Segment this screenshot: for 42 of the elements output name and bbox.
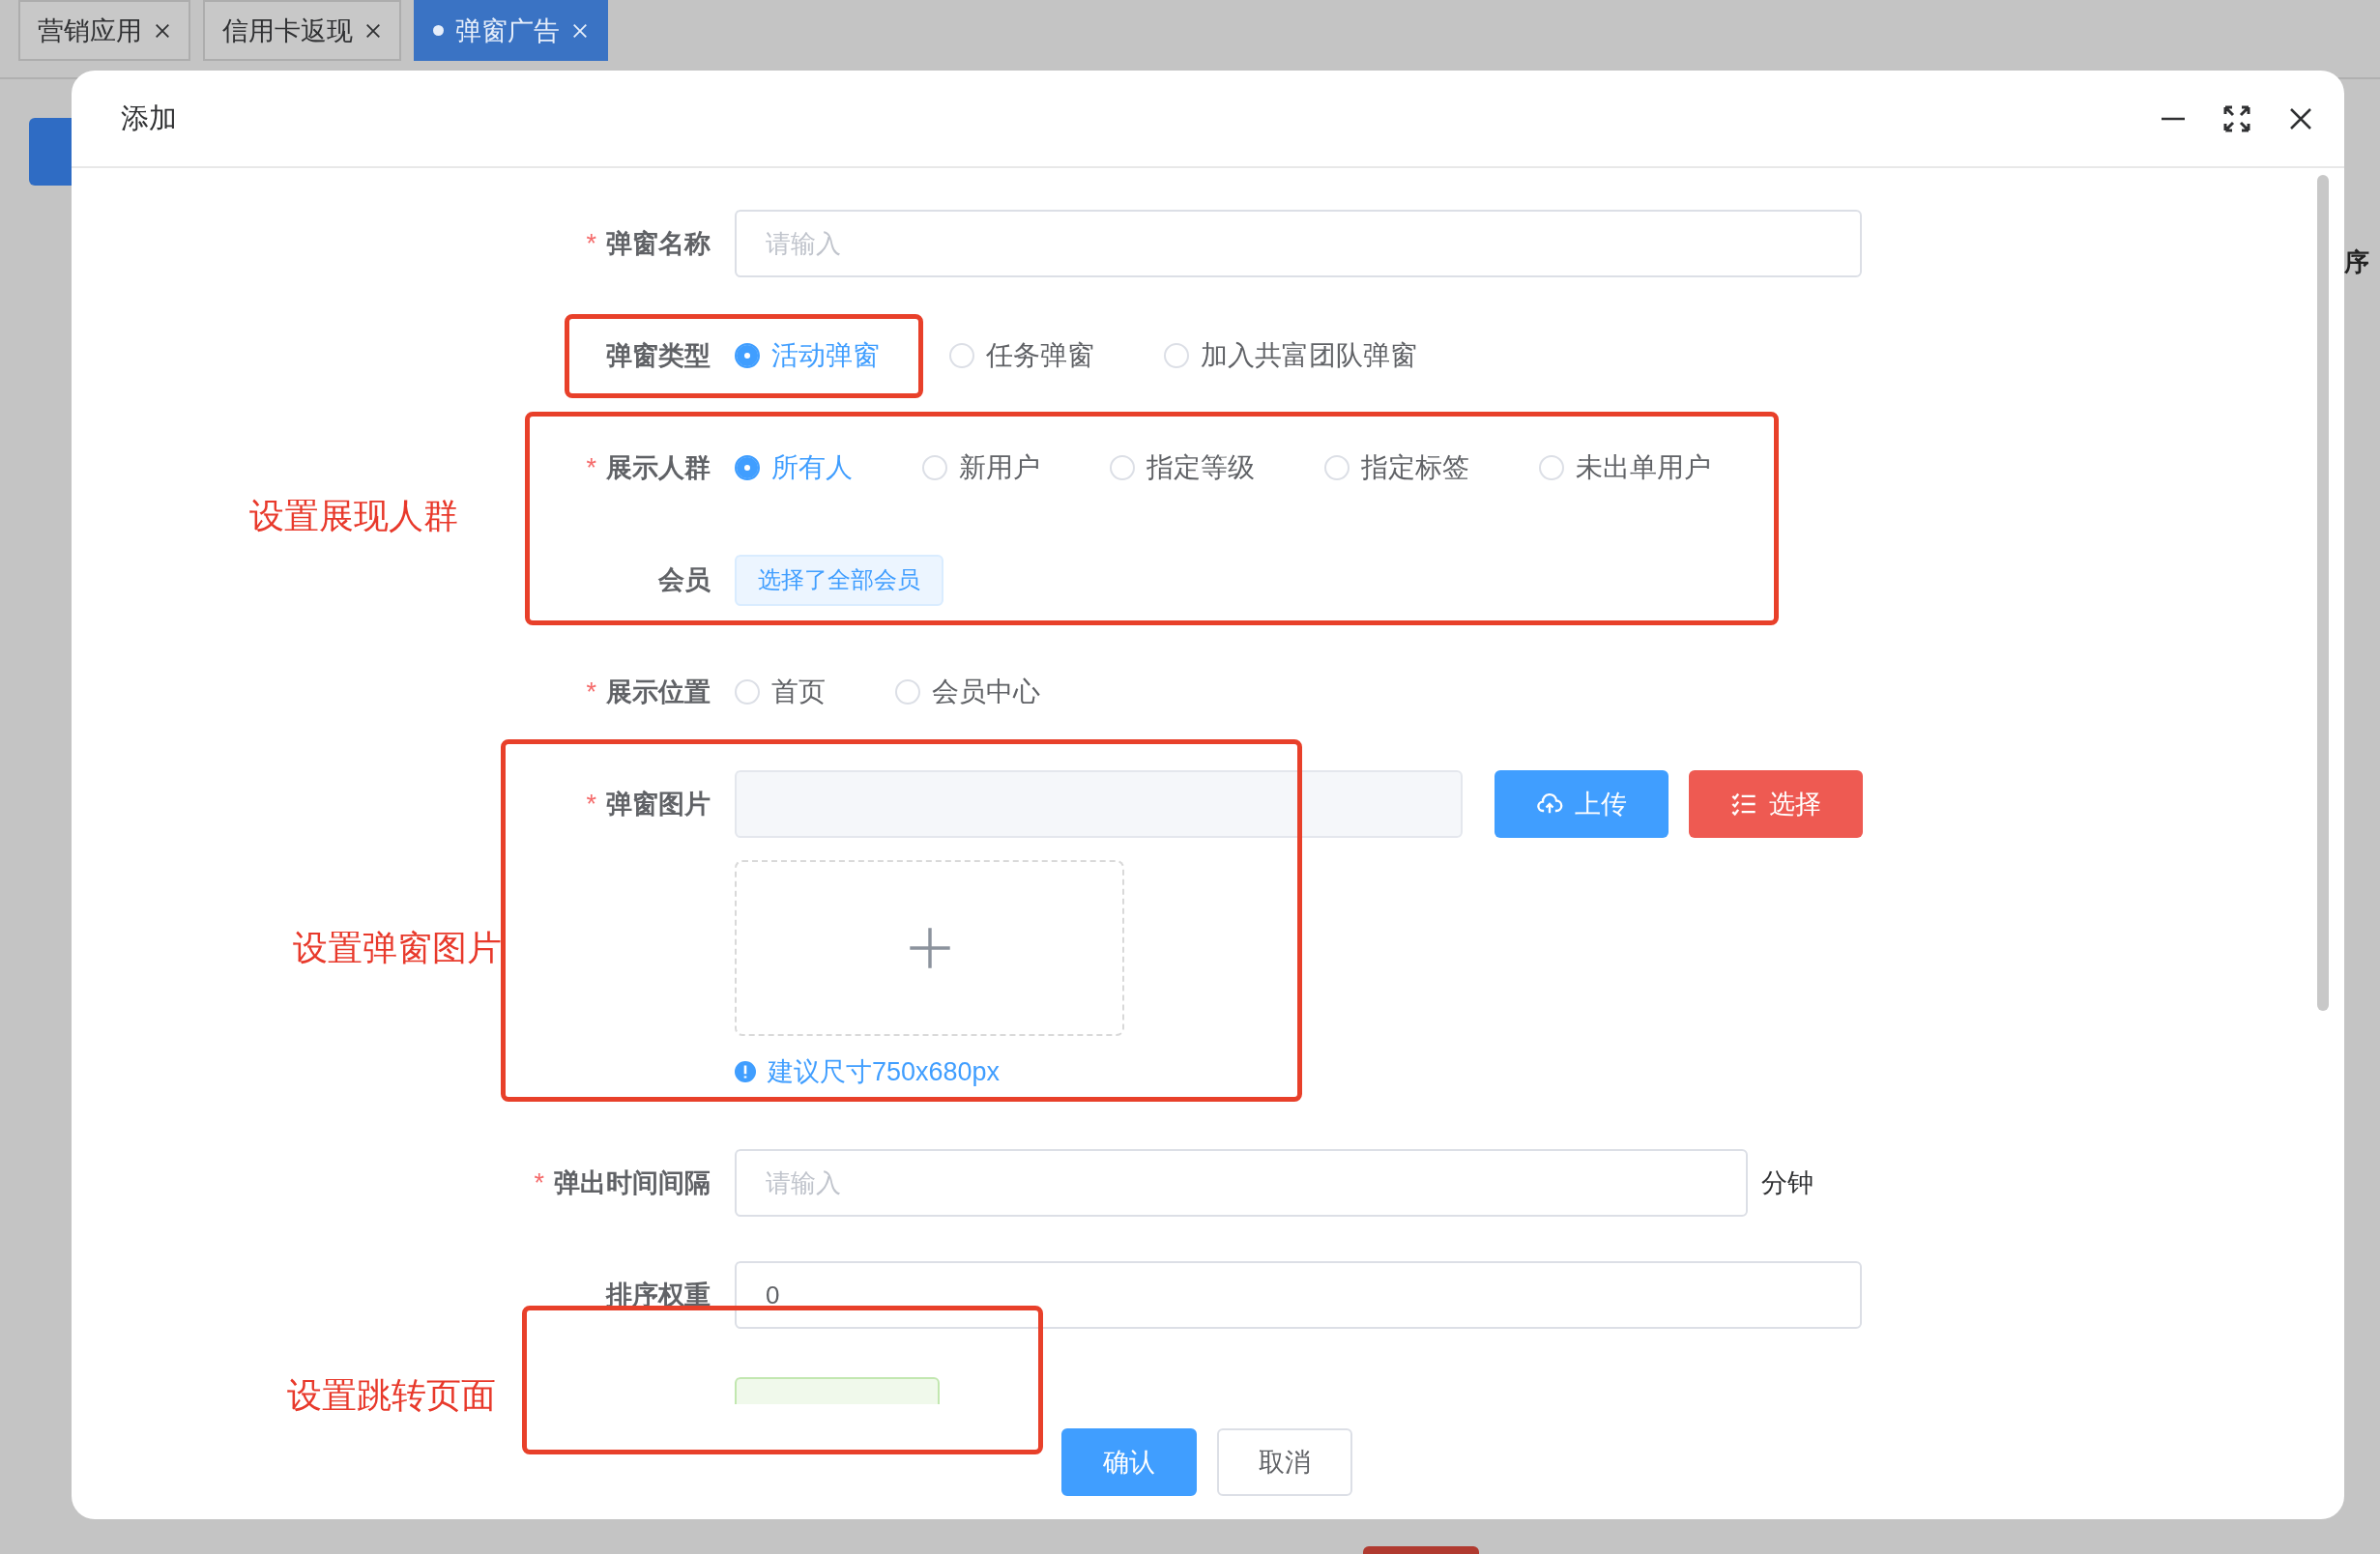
field-label: 弹窗图片: [606, 789, 711, 820]
field-label: 展示人群: [606, 452, 711, 484]
dot-icon: [433, 25, 444, 36]
column-header: 序: [2344, 246, 2369, 278]
input-field[interactable]: 0: [735, 1261, 1862, 1329]
required-mark: *: [586, 228, 596, 259]
radio-option[interactable]: 指定等级: [1110, 449, 1255, 486]
field-label: 展示位置: [606, 676, 711, 708]
radio-option[interactable]: 首页: [735, 674, 826, 710]
size-hint: 建议尺寸750x680px: [768, 1056, 1001, 1088]
field-label: 会员: [658, 564, 711, 596]
dialog-title: 添加: [121, 101, 177, 135]
close-icon[interactable]: [364, 21, 382, 40]
required-mark: *: [586, 452, 596, 483]
plus-icon: [907, 926, 952, 970]
scrollbar-thumb[interactable]: [2317, 175, 2329, 1011]
radio-option[interactable]: 新用户: [922, 449, 1040, 486]
tab[interactable]: 弹窗广告: [414, 0, 608, 61]
required-mark: *: [534, 1167, 544, 1198]
unit-label: 分钟: [1761, 1167, 1814, 1199]
close-icon[interactable]: [154, 21, 171, 40]
radio-option[interactable]: 未出单用户: [1539, 449, 1711, 486]
radio-option[interactable]: 会员中心: [895, 674, 1040, 710]
info-icon: [735, 1061, 756, 1082]
required-mark: *: [586, 789, 596, 820]
fullscreen-icon[interactable]: [2222, 103, 2251, 133]
annotation-label: 设置展现人群: [249, 495, 458, 537]
cancel-button[interactable]: 取消: [1217, 1428, 1352, 1496]
annotation-label: 设置跳转页面: [287, 1374, 496, 1417]
annotation-label: 设置弹窗图片: [293, 927, 502, 969]
checklist-icon: [1730, 791, 1757, 818]
radio-option[interactable]: 任务弹窗: [949, 337, 1094, 374]
required-mark: *: [586, 676, 596, 707]
radio-option[interactable]: 指定标签: [1324, 449, 1469, 486]
tab[interactable]: 营销应用: [18, 0, 190, 61]
image-path-field[interactable]: [735, 770, 1463, 838]
field-label: 弹窗名称: [606, 228, 711, 260]
field-label: 弹窗类型: [606, 340, 711, 372]
tab[interactable]: 信用卡返现: [203, 0, 401, 61]
field-label: 弹出时间间隔: [554, 1167, 711, 1199]
radio-option[interactable]: 加入共富团队弹窗: [1164, 337, 1417, 374]
select-button[interactable]: 选择: [1689, 770, 1863, 838]
